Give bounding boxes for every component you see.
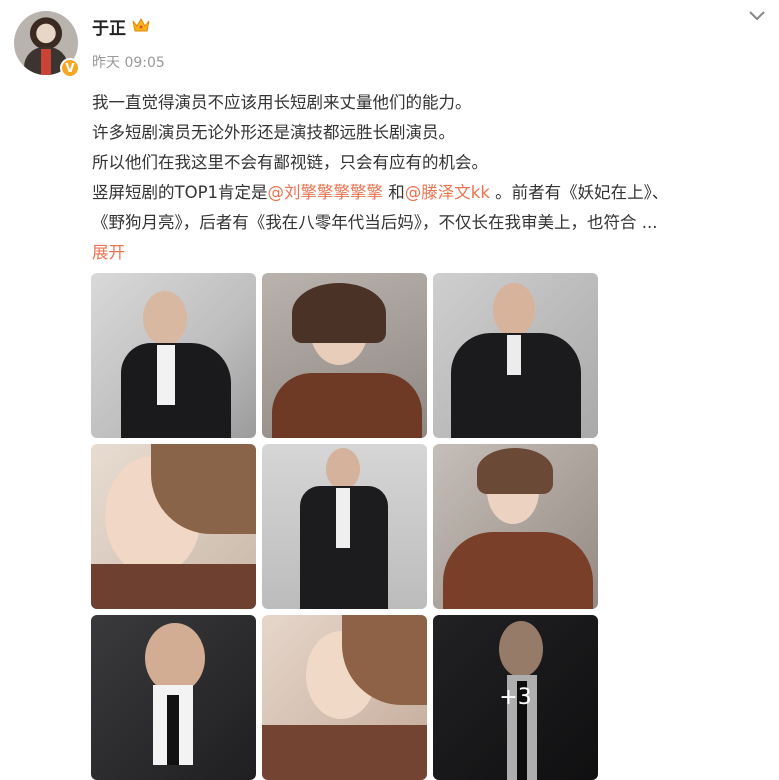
photo-2[interactable] bbox=[262, 273, 427, 438]
expand-link[interactable]: 展开 bbox=[92, 238, 762, 268]
photo-1[interactable] bbox=[91, 273, 256, 438]
post-body: 我一直觉得演员不应该用长短剧来丈量他们的能力。 许多短剧演员无论外形还是演技都远… bbox=[92, 88, 762, 268]
post-line-2: 许多短剧演员无论外形还是演技都远胜长剧演员。 bbox=[92, 123, 455, 142]
photo-5[interactable] bbox=[262, 444, 427, 609]
post-line-3: 所以他们在我这里不会有鄙视链，只会有应有的机会。 bbox=[92, 153, 488, 172]
post-time[interactable]: 昨天 09:05 bbox=[92, 52, 165, 72]
line4-mid: 和 bbox=[383, 183, 405, 202]
photo-9[interactable]: +3 bbox=[433, 615, 598, 780]
photo-3[interactable] bbox=[433, 273, 598, 438]
post-line-5: 《野狗月亮》，后者有《我在八零年代当后妈》，不仅长在我审美上，也符合 ... bbox=[92, 213, 658, 232]
crown-icon bbox=[132, 17, 150, 32]
post-line-4: 竖屏短剧的TOP1肯定是@刘擎擎擎擎擎 和@滕泽文kk 。前者有《妖妃在上》、 bbox=[92, 178, 762, 208]
chevron-down-icon[interactable] bbox=[748, 8, 766, 22]
photo-4[interactable] bbox=[91, 444, 256, 609]
post-line-1: 我一直觉得演员不应该用长短剧来丈量他们的能力。 bbox=[92, 93, 472, 112]
mention-link-1[interactable]: @刘擎擎擎擎擎 bbox=[268, 183, 384, 202]
avatar-shirt bbox=[41, 49, 51, 75]
photo-8[interactable] bbox=[262, 615, 427, 780]
image-grid: +3 bbox=[91, 273, 598, 780]
line4-suffix: 。前者有《妖妃在上》、 bbox=[489, 183, 669, 202]
photo-7[interactable] bbox=[91, 615, 256, 780]
user-name[interactable]: 于正 bbox=[92, 14, 126, 39]
line4-prefix: 竖屏短剧的TOP1肯定是 bbox=[92, 183, 268, 202]
photo-6[interactable] bbox=[433, 444, 598, 609]
mention-link-2[interactable]: @滕泽文kk bbox=[405, 183, 490, 202]
more-photos-count[interactable]: +3 bbox=[433, 615, 598, 780]
verified-badge-icon: V bbox=[60, 58, 80, 78]
